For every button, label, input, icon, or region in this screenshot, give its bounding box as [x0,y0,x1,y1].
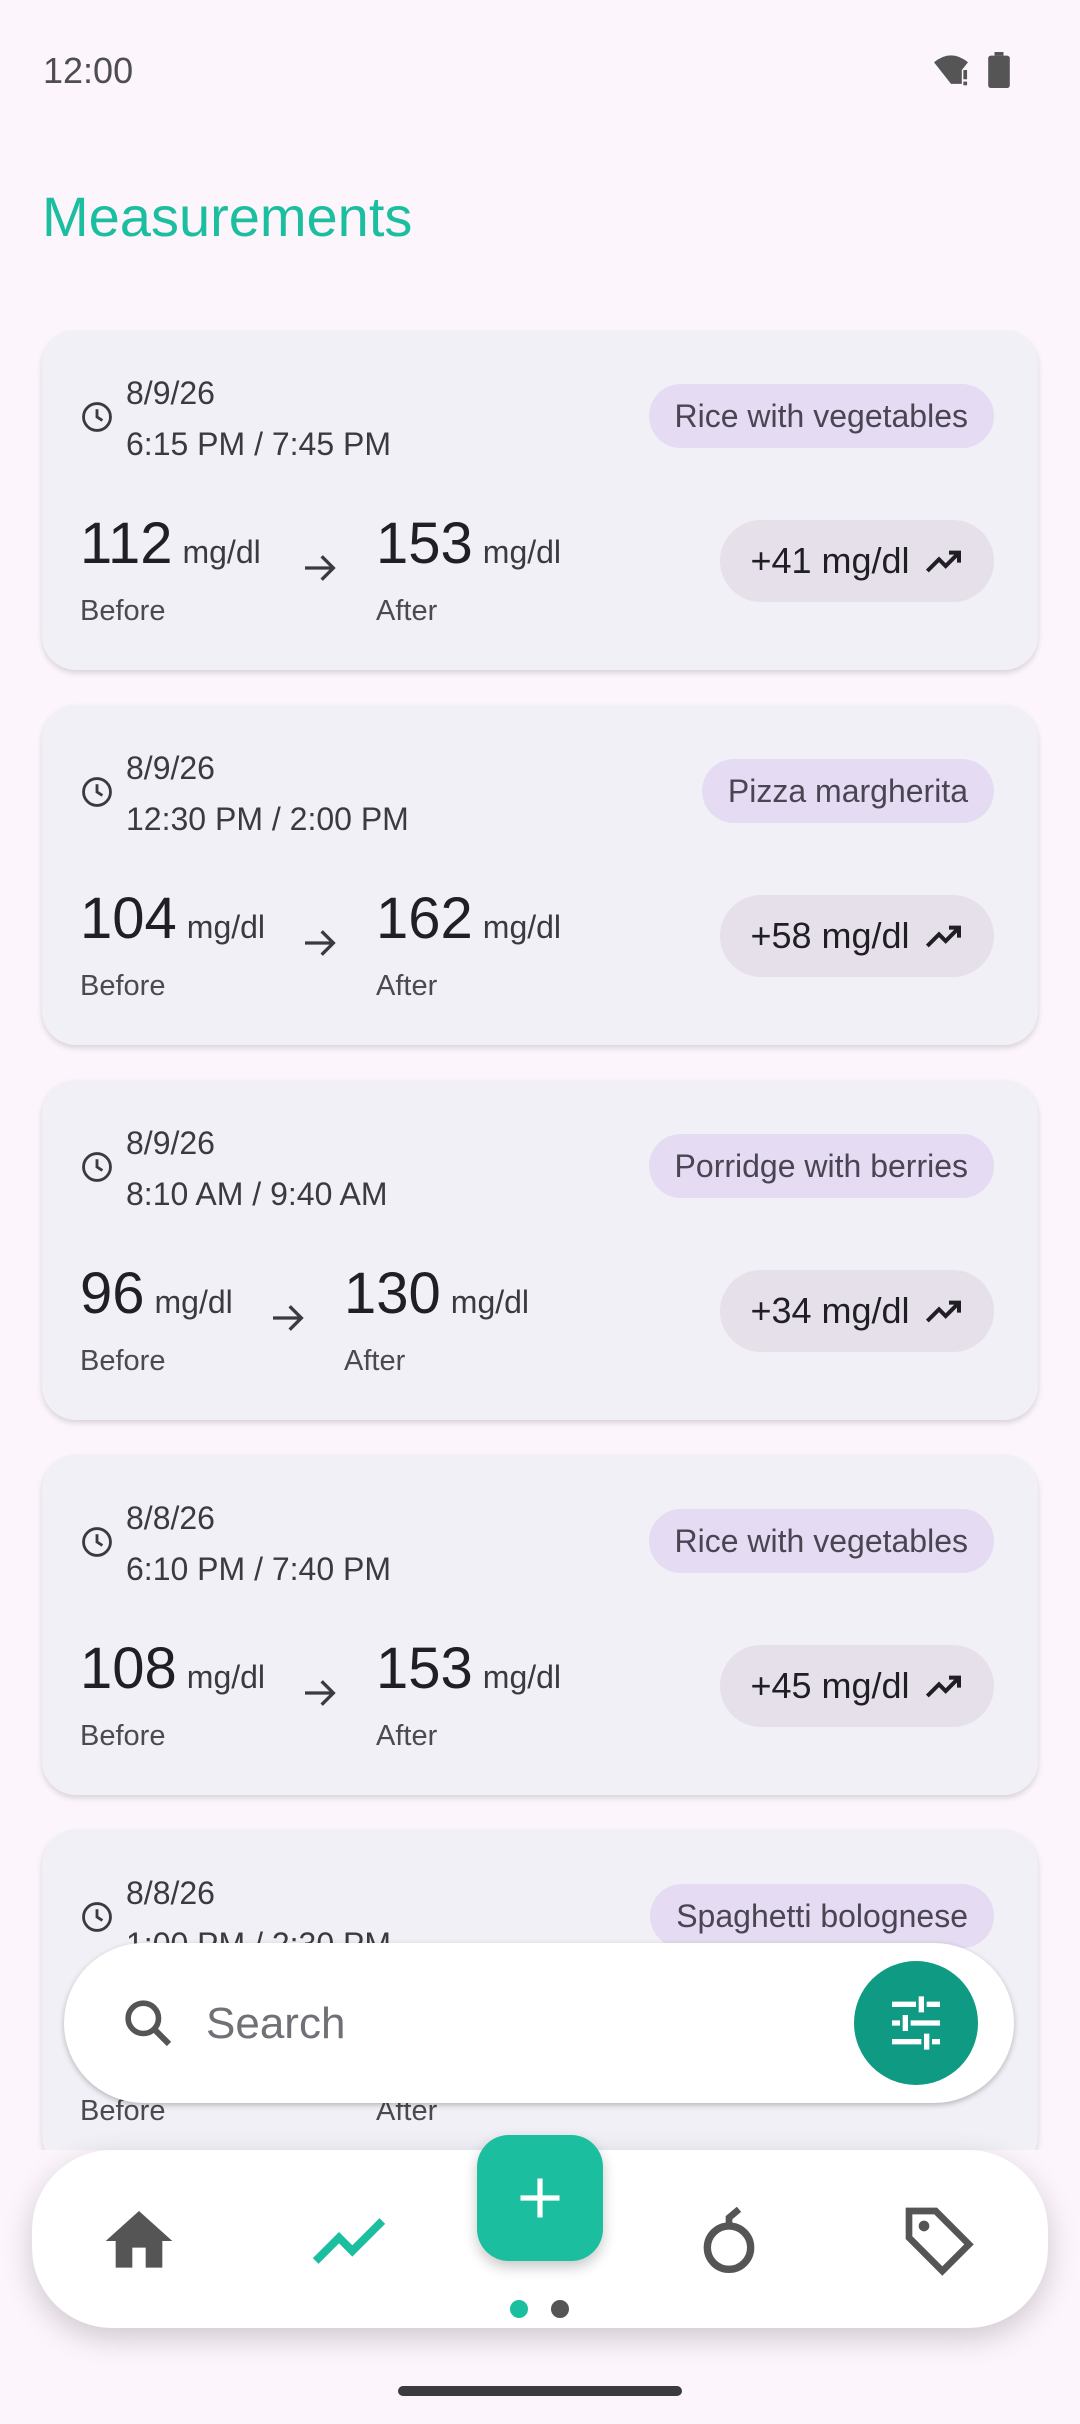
unit-label: mg/dl [450,1284,530,1320]
measurement-date: 8/9/26 [126,1125,215,1161]
delta-chip[interactable]: +58 mg/dl [720,895,994,977]
apple-icon [703,2206,755,2273]
page-indicator-dot [551,2300,569,2318]
trending-up-icon [925,925,961,948]
after-label: After [344,1345,406,1377]
clock-icon [82,1902,112,1932]
search-input[interactable] [204,1983,808,2065]
clock-icon [82,1527,112,1557]
after-value: 130 [344,1261,441,1326]
before-value: 104 [80,886,177,951]
arrow-right-icon [273,1305,304,1331]
wifi-alert-icon [934,55,968,86]
before-label: Before [80,1720,166,1752]
nav-foods[interactable] [684,2196,774,2286]
status-time: 12:00 [43,50,134,91]
before-value: 108 [80,1636,177,1701]
measurement-times: 8:10 AM / 9:40 AM [126,1176,388,1212]
unit-label: mg/dl [182,534,261,570]
unit-label: mg/dl [186,1659,266,1695]
before-label: Before [80,970,166,1002]
before-reading: 96 mg/dl [80,1260,233,1327]
after-label: After [376,1720,438,1752]
before-label: Before [80,595,166,627]
unit-label: mg/dl [482,1659,562,1695]
arrow-right-icon [305,1680,336,1706]
nav-home[interactable] [94,2196,184,2286]
after-reading: 130 mg/dl [344,1260,529,1327]
trending-up-icon [925,1300,961,1323]
unit-label: mg/dl [154,1284,233,1320]
after-label: After [376,595,438,627]
delta-chip[interactable]: +34 mg/dl [720,1270,994,1352]
measurement-card[interactable]: 8/9/26 12:30 PM / 2:00 PM Pizza margheri… [42,705,1038,1045]
after-reading: 162 mg/dl [376,885,561,952]
measurement-times: 12:30 PM / 2:00 PM [126,801,409,837]
measurement-times: 6:10 PM / 7:40 PM [126,1551,392,1587]
arrow-right-icon [305,930,336,956]
page-indicator-dot-active [510,2300,528,2318]
meal-chip[interactable]: Rice with vegetables [648,1509,994,1573]
nav-tags[interactable] [894,2196,984,2286]
measurement-card[interactable]: 8/8/26 6:10 PM / 7:40 PM Rice with veget… [42,1455,1038,1795]
filter-button[interactable] [854,1961,978,2085]
measurement-list[interactable]: 8/9/26 6:15 PM / 7:45 PM Rice with veget… [0,330,1080,2150]
delta-value: +41 mg/dl [750,540,910,581]
measurement-date: 8/9/26 [126,375,215,411]
home-indicator [398,2386,682,2396]
after-value: 162 [376,886,473,951]
measurement-date: 8/9/26 [126,750,215,786]
page-title: Measurements [42,185,413,248]
before-reading: 108 mg/dl [80,1635,265,1702]
plus-icon [520,2178,560,2218]
status-bar: 12:00 [0,0,1080,140]
measurement-date: 8/8/26 [126,1500,215,1536]
meal-chip[interactable]: Spaghetti bolognese [650,1884,994,1948]
measurement-times: 6:15 PM / 7:45 PM [126,426,392,462]
delta-value: +34 mg/dl [750,1290,910,1331]
add-measurement-button[interactable] [477,2135,603,2261]
clock-icon [82,402,112,432]
measurement-card[interactable]: 8/9/26 6:15 PM / 7:45 PM Rice with veget… [42,330,1038,670]
before-value: 112 [80,511,173,576]
after-label: After [376,970,438,1002]
measurement-date: 8/8/26 [126,1875,215,1911]
meal-chip[interactable]: Pizza margherita [701,759,994,823]
before-value: 96 [80,1261,145,1326]
home-icon [105,2211,173,2268]
after-value: 153 [376,511,473,576]
trending-up-icon [925,1675,961,1698]
after-value: 153 [376,1636,473,1701]
unit-label: mg/dl [482,534,562,570]
trending-up-icon [925,550,961,573]
delta-chip[interactable]: +41 mg/dl [720,520,994,602]
tag-icon [905,2207,974,2276]
delta-value: +45 mg/dl [750,1665,910,1706]
delta-value: +58 mg/dl [750,915,910,956]
before-reading: 104 mg/dl [80,885,265,952]
search-icon [125,2000,172,2047]
search-bar[interactable] [64,1943,1014,2103]
unit-label: mg/dl [186,909,266,945]
unit-label: mg/dl [482,909,562,945]
delta-chip[interactable]: +45 mg/dl [720,1645,994,1727]
after-reading: 153 mg/dl [376,510,561,577]
arrow-right-icon [305,555,336,581]
nav-trends[interactable] [304,2196,394,2286]
before-label: Before [80,1345,166,1377]
clock-icon [82,777,112,807]
battery-icon [988,52,1010,88]
meal-chip[interactable]: Porridge with berries [648,1134,994,1198]
meal-chip[interactable]: Rice with vegetables [648,384,994,448]
measurement-card[interactable]: 8/9/26 8:10 AM / 9:40 AM Porridge with b… [42,1080,1038,1420]
trend-icon [312,2218,386,2264]
after-reading: 153 mg/dl [376,1635,561,1702]
status-icons [932,52,1010,88]
clock-icon [82,1152,112,1182]
before-reading: 112 mg/dl [80,510,261,577]
sliders-icon [892,1996,940,2050]
